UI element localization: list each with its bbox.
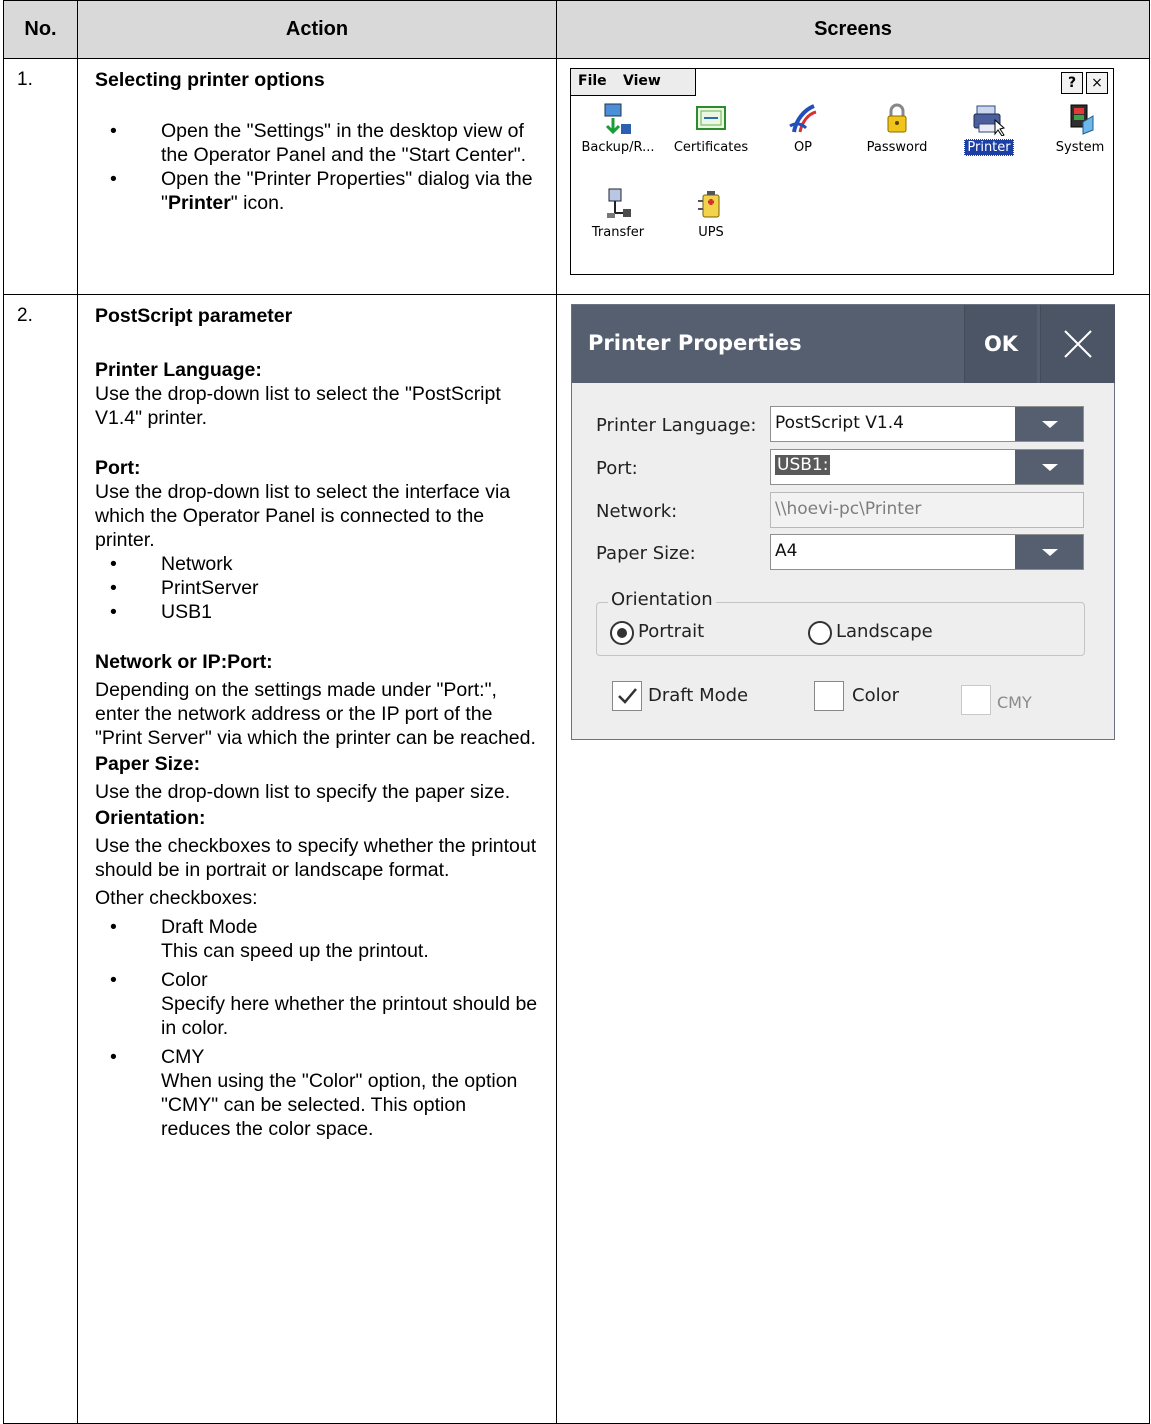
port-option: USB1: [95, 600, 540, 624]
color-checkbox[interactable]: [814, 681, 844, 711]
chevron-down-icon[interactable]: [1015, 407, 1083, 441]
section-text: Other checkboxes:: [95, 887, 258, 909]
op-icon[interactable]: OP: [758, 102, 848, 155]
menu-file[interactable]: File: [578, 73, 607, 89]
draft-mode-checkbox[interactable]: [612, 681, 642, 711]
printer-language-dropdown[interactable]: PostScript V1.4: [770, 406, 1084, 442]
landscape-radio[interactable]: [808, 621, 832, 645]
portrait-radio[interactable]: [610, 621, 634, 645]
landscape-label: Landscape: [836, 621, 933, 642]
network-label: Network:: [596, 501, 678, 522]
printer-properties-dialog: Printer Properties OK Printer Language: …: [571, 304, 1115, 740]
bullet-item: Open the "Settings" in the desktop view …: [95, 119, 540, 167]
printer-language-label: Printer Language:: [596, 415, 757, 436]
orientation-legend: Orientation: [608, 589, 716, 610]
paper-size-dropdown[interactable]: A4: [770, 534, 1084, 570]
section-heading: Port:: [95, 457, 141, 479]
port-dropdown[interactable]: USB1:: [770, 449, 1084, 485]
certificates-icon[interactable]: Certificates: [666, 102, 756, 155]
cmy-label: CMY: [997, 693, 1032, 712]
step-screen: File View ? × Backup/R... Certificates O…: [556, 58, 1150, 295]
close-button[interactable]: [1040, 305, 1115, 383]
section-text: Use the checkboxes to specify whether th…: [95, 835, 537, 881]
transfer-icon[interactable]: Transfer: [573, 187, 663, 240]
section-text: Use the drop-down list to specify the pa…: [95, 781, 511, 803]
close-icon: [1064, 330, 1092, 358]
network-field: \\hoevi-pc\Printer: [770, 492, 1084, 528]
menu-view[interactable]: View: [623, 73, 661, 89]
checkbox-option: CMYWhen using the "Color" option, the op…: [95, 1045, 540, 1141]
header-row: No. Action Screens: [3, 0, 1150, 59]
help-button[interactable]: ?: [1061, 72, 1083, 94]
chevron-down-icon[interactable]: [1015, 450, 1083, 484]
system-icon[interactable]: System: [1035, 102, 1125, 155]
step-row-2: 2. PostScript parameter Printer Language…: [3, 294, 1150, 1424]
checkbox-option: Draft ModeThis can speed up the printout…: [95, 915, 540, 963]
close-button[interactable]: ×: [1086, 72, 1108, 94]
backup-restore-icon[interactable]: Backup/R...: [573, 102, 663, 155]
printer-icon[interactable]: Printer: [944, 102, 1034, 156]
checkmark-icon: [618, 688, 637, 704]
step-screen: Printer Properties OK Printer Language: …: [556, 294, 1150, 1424]
section-heading: Printer Language:: [95, 359, 262, 381]
port-option: Network: [95, 552, 540, 576]
port-label: Port:: [596, 458, 638, 479]
dialog-title: Printer Properties: [588, 331, 802, 355]
cmy-checkbox: [961, 685, 991, 715]
chevron-down-icon[interactable]: [1015, 535, 1083, 569]
paper-size-label: Paper Size:: [596, 543, 696, 564]
step-action: Selecting printer options Open the "Sett…: [77, 58, 557, 295]
instruction-table: No. Action Screens 1. Selecting printer …: [3, 0, 1150, 1424]
header-action: Action: [77, 0, 557, 59]
menu-bar: File View: [571, 69, 696, 96]
section-text: Use the drop-down list to select the "Po…: [95, 383, 501, 429]
password-icon[interactable]: Password: [852, 102, 942, 155]
header-screens: Screens: [556, 0, 1150, 59]
step-action: PostScript parameter Printer Language: U…: [77, 294, 557, 1424]
step-title: Selecting printer options: [95, 69, 325, 91]
step-number: 2.: [3, 294, 78, 1424]
color-label: Color: [852, 685, 899, 706]
checkbox-option: ColorSpecify here whether the printout s…: [95, 968, 540, 1040]
bullet-item: Open the "Printer Properties" dialog via…: [95, 167, 540, 215]
desktop-screenshot: File View ? × Backup/R... Certificates O…: [570, 68, 1114, 275]
section-text: Use the drop-down list to select the int…: [95, 481, 511, 551]
portrait-label: Portrait: [638, 621, 705, 642]
ups-icon[interactable]: UPS: [666, 187, 756, 240]
step-number: 1.: [3, 58, 78, 295]
draft-mode-label: Draft Mode: [648, 685, 749, 706]
step-row-1: 1. Selecting printer options Open the "S…: [3, 58, 1150, 295]
header-no: No.: [3, 0, 78, 59]
section-heading: Paper Size:: [95, 753, 201, 775]
section-heading: Network or IP:Port:: [95, 651, 273, 673]
step-title: PostScript parameter: [95, 305, 293, 327]
port-option: PrintServer: [95, 576, 540, 600]
section-text: Depending on the settings made under "Po…: [95, 679, 536, 749]
ok-button[interactable]: OK: [964, 305, 1037, 383]
section-heading: Orientation:: [95, 807, 206, 829]
